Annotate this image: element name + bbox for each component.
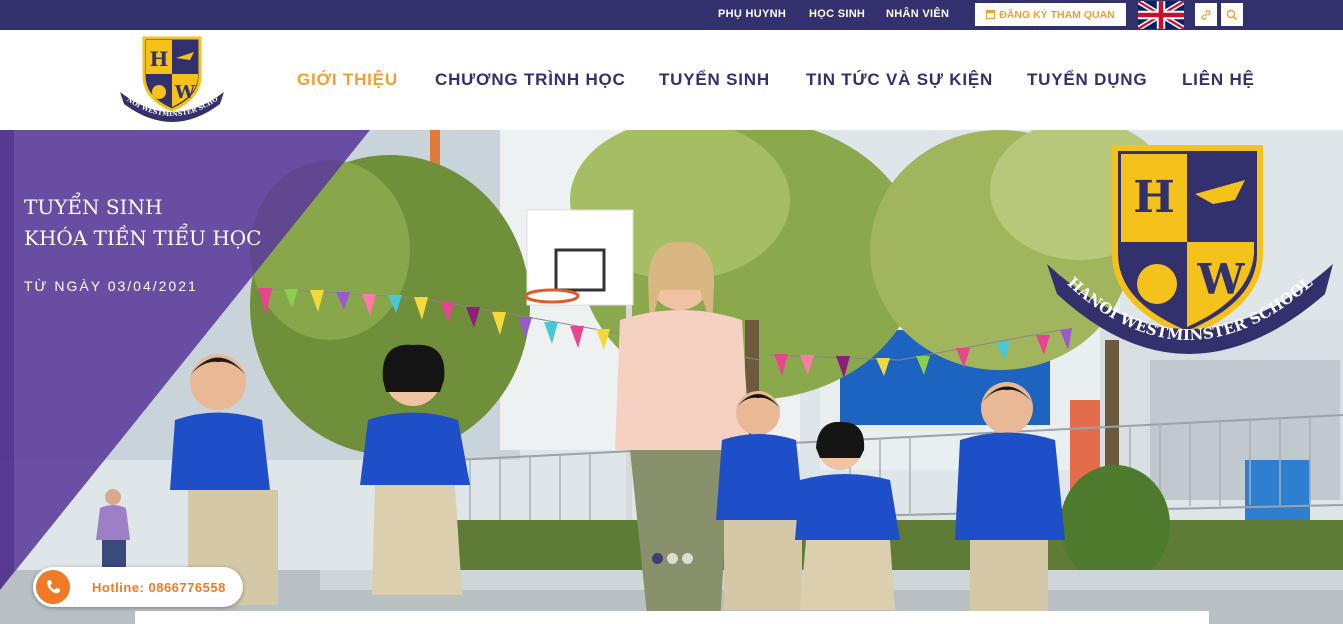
calendar-icon xyxy=(986,10,996,19)
nav-about[interactable]: GIỚI THIỆU xyxy=(297,70,398,90)
toplink-parents[interactable]: PHỤ HUYNH xyxy=(718,8,786,20)
hero-school-crest: H W HANOI WESTMINSTER SCHOOL xyxy=(1047,145,1333,354)
main-header: H W HANOI WESTMINSTER SCHOOL GIỚI THIỆU … xyxy=(0,30,1343,130)
content-panel-top-edge xyxy=(135,611,1209,624)
nav-news-events[interactable]: TIN TỨC VÀ SỰ KIỆN xyxy=(806,70,993,90)
link-icon xyxy=(1201,9,1211,20)
nav-contact[interactable]: LIÊN HỆ xyxy=(1182,70,1255,90)
slider-dot-3[interactable] xyxy=(682,553,693,564)
crest-letter-w: W xyxy=(1196,255,1245,304)
slider-dot-1[interactable] xyxy=(652,553,663,564)
promo-line-2: KHÓA TIỀN TIỂU HỌC xyxy=(24,226,262,250)
search-button[interactable] xyxy=(1221,3,1243,26)
logo-letter-w: W xyxy=(174,82,196,103)
search-icon xyxy=(1226,9,1238,20)
crest-letter-h: H xyxy=(1133,172,1175,223)
hotline-button[interactable]: Hotline: 0866776558 xyxy=(33,567,243,607)
top-utility-bar: PHỤ HUYNH HỌC SINH NHÂN VIÊN ĐĂNG KÝ THA… xyxy=(0,0,1343,30)
toplink-staff[interactable]: NHÂN VIÊN xyxy=(886,8,949,20)
logo-lion-icon xyxy=(152,85,166,99)
toplink-students[interactable]: HỌC SINH xyxy=(809,8,865,20)
hero-slider[interactable]: TUYỂN SINH KHÓA TIỀN TIỂU HỌC TỪ NGÀY 03… xyxy=(0,130,1343,624)
promo-heading: TUYỂN SINH KHÓA TIỀN TIỂU HỌC xyxy=(24,192,261,254)
logo-letter-h: H xyxy=(150,47,169,71)
link-button[interactable] xyxy=(1195,3,1217,26)
crest-lion-icon xyxy=(1137,264,1177,304)
slider-dot-2[interactable] xyxy=(667,553,678,564)
nav-admissions[interactable]: TUYỂN SINH xyxy=(659,70,770,90)
slider-pagination xyxy=(652,553,693,564)
nav-careers[interactable]: TUYỂN DỤNG xyxy=(1027,70,1147,90)
nav-curriculum[interactable]: CHƯƠNG TRÌNH HỌC xyxy=(435,70,626,90)
promo-date: TỪ NGÀY 03/04/2021 xyxy=(24,278,198,294)
register-visit-button[interactable]: ĐĂNG KÝ THAM QUAN xyxy=(975,3,1126,26)
promo-line-1: TUYỂN SINH xyxy=(24,195,163,219)
uk-flag-icon[interactable] xyxy=(1138,1,1184,29)
school-logo[interactable]: H W HANOI WESTMINSTER SCHOOL xyxy=(116,36,228,126)
register-visit-label: ĐĂNG KÝ THAM QUAN xyxy=(999,8,1115,21)
hotline-text: Hotline: 0866776558 xyxy=(92,579,226,595)
phone-icon xyxy=(36,570,70,604)
